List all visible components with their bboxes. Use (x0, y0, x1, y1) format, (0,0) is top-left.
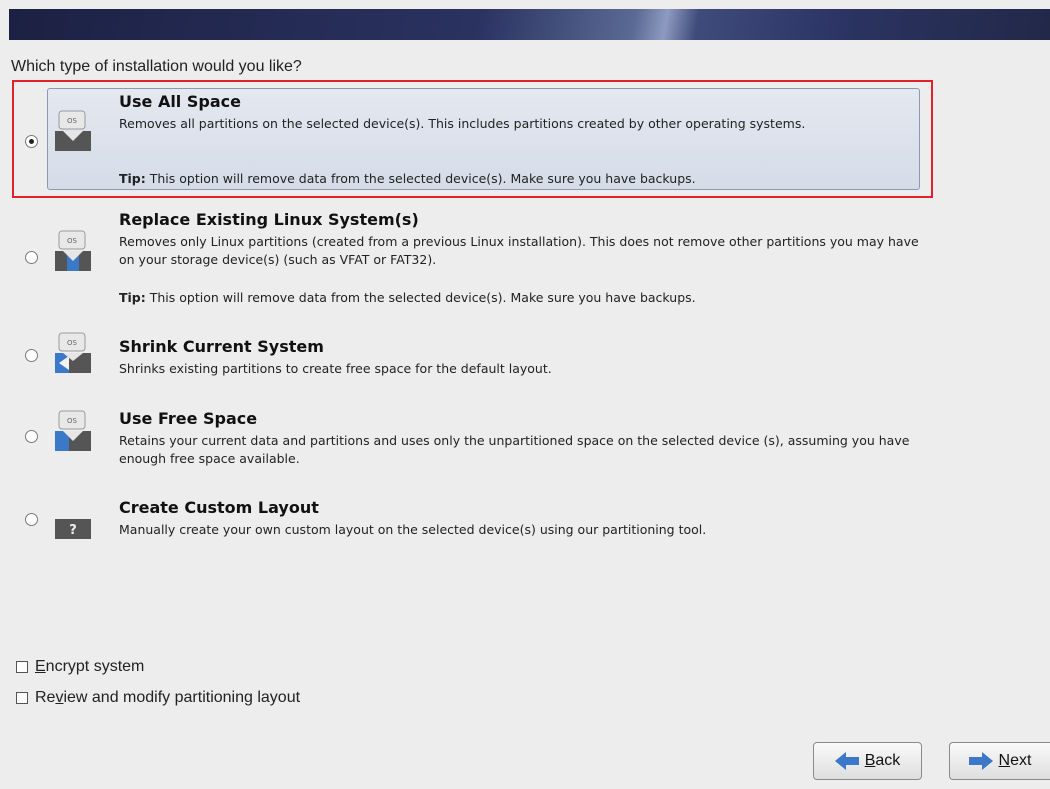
option-title: Use All Space (119, 92, 241, 111)
radio-replace-linux[interactable] (25, 251, 38, 264)
option-tip: Tip: This option will remove data from t… (119, 290, 696, 305)
question-mark-icon: ? (55, 519, 91, 539)
arrow-right-icon (968, 752, 993, 770)
label-rest: iew and modify partitioning layout (63, 689, 301, 706)
review-layout-label: Review and modify partitioning layout (35, 689, 300, 707)
radio-use-all-space[interactable] (25, 135, 38, 148)
os-disk-icon: OS (55, 410, 91, 451)
option-use-all-space[interactable]: OS Use All Space Removes all partitions … (47, 88, 920, 190)
mnemonic: B (864, 752, 876, 769)
label-rest: ext (1010, 752, 1032, 769)
radio-use-free-space[interactable] (25, 430, 38, 443)
next-button-label: Next (999, 752, 1032, 770)
tip-label: Tip: (119, 290, 146, 305)
option-description: Shrinks existing partitions to create fr… (119, 361, 552, 376)
option-create-custom[interactable]: ? Create Custom Layout Manually create y… (47, 494, 920, 546)
tip-text: This option will remove data from the se… (145, 171, 696, 186)
option-description: Retains your current data and partitions… (119, 433, 910, 466)
header-banner (9, 9, 1050, 40)
custom-icon-label: ? (69, 523, 77, 538)
tip-label: Tip: (119, 171, 146, 186)
label-pre: Re (35, 689, 56, 706)
os-disk-icon: OS (55, 110, 91, 151)
option-description: Manually create your own custom layout o… (119, 522, 707, 537)
radio-shrink-current[interactable] (25, 349, 38, 362)
review-layout-checkbox[interactable] (16, 692, 28, 704)
os-disk-label: OS (67, 417, 78, 425)
option-title: Shrink Current System (119, 337, 324, 356)
mnemonic: N (998, 752, 1011, 769)
option-tip: Tip: This option will remove data from t… (119, 171, 696, 186)
review-layout-checkbox-row[interactable]: Review and modify partitioning layout (16, 689, 300, 707)
arrow-left-icon (834, 752, 859, 770)
os-disk-icon: OS (55, 332, 91, 373)
mnemonic: E (35, 658, 46, 675)
tip-text: This option will remove data from the se… (145, 290, 696, 305)
option-use-free-space[interactable]: OS Use Free Space Retains your current d… (47, 406, 920, 470)
os-disk-label: OS (67, 339, 78, 347)
option-description: Removes only Linux partitions (created f… (119, 234, 919, 267)
label-rest: ncrypt system (45, 658, 145, 675)
back-button-label: Back (865, 752, 901, 770)
radio-create-custom[interactable] (25, 513, 38, 526)
option-replace-linux[interactable]: OS Replace Existing Linux System(s) Remo… (47, 206, 920, 306)
os-disk-label: OS (67, 117, 78, 125)
os-disk-icon: OS (55, 230, 91, 271)
back-button[interactable]: Back (813, 742, 922, 780)
option-title: Use Free Space (119, 409, 258, 428)
encrypt-system-checkbox-row[interactable]: Encrypt system (16, 658, 144, 676)
option-title: Replace Existing Linux System(s) (119, 210, 419, 229)
encrypt-system-checkbox[interactable] (16, 661, 28, 673)
next-button[interactable]: Next (949, 742, 1050, 780)
encrypt-system-label: Encrypt system (35, 658, 144, 676)
label-rest: ack (875, 752, 901, 769)
option-title: Create Custom Layout (119, 498, 319, 517)
os-disk-label: OS (67, 237, 78, 245)
option-description: Removes all partitions on the selected d… (119, 116, 806, 131)
option-shrink-current[interactable]: OS Shrink Current System Shrinks existin… (47, 332, 920, 384)
page-question: Which type of installation would you lik… (11, 58, 302, 75)
